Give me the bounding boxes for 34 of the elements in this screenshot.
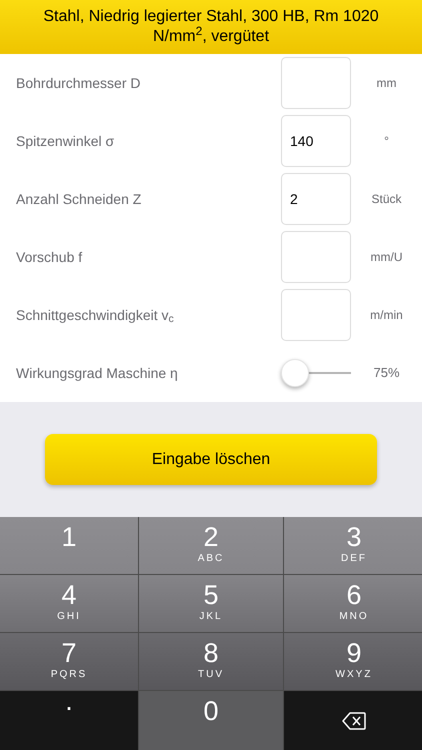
clear-input-button[interactable]: Eingabe löschen — [45, 434, 377, 486]
efficiency-slider[interactable] — [281, 359, 351, 388]
field-label: Bohrdurchmesser D — [15, 74, 142, 93]
input-field[interactable] — [281, 231, 351, 284]
input-field[interactable]: 2 — [281, 173, 351, 226]
efficiency-reading: 75% — [373, 364, 400, 382]
input-field[interactable] — [281, 57, 351, 110]
input-field[interactable] — [281, 289, 351, 342]
header-title: Stahl, Niedrig legierter Stahl, 300 HB, Rm 1020 N/mm$^{2}$, vergütet — [42, 7, 380, 48]
field-label: Anzahl Schneiden Z — [15, 190, 142, 209]
field-label: Spitzenwinkel σ — [15, 132, 116, 151]
keypad-key[interactable]: 9 WXYZ — [284, 633, 422, 690]
keypad-key[interactable]: 7 PQRS — [0, 633, 138, 690]
keypad-key[interactable]: 0 — [139, 691, 283, 750]
keypad-key[interactable]: 8 TUV — [139, 633, 283, 690]
unit-label: mm — [376, 75, 396, 92]
keypad-key[interactable]: 2 ABC — [139, 517, 283, 574]
unit-label: ° — [384, 133, 389, 150]
unit-label: Stück — [371, 191, 402, 208]
slider-thumb[interactable] — [281, 359, 309, 388]
keypad-key[interactable]: 5 JKL — [139, 575, 283, 632]
unit-label: m/min — [370, 307, 403, 324]
input-field[interactable]: 140 — [281, 115, 351, 168]
keypad-key[interactable]: 3 DEF — [284, 517, 422, 574]
field-label: Wirkungsgrad Maschine η — [15, 364, 179, 383]
keypad-key[interactable]: 4 GHI — [0, 575, 138, 632]
unit-label: mm/U — [370, 249, 402, 266]
backspace-icon — [342, 712, 366, 730]
keypad-key[interactable]: 6 MNO — [284, 575, 422, 632]
field-label: Vorschub f — [15, 248, 84, 267]
keypad-key[interactable]: . — [0, 691, 138, 750]
backspace-key[interactable] — [284, 691, 422, 750]
field-label: Schnittgeschwindigkeit v$_{c}$ — [15, 306, 175, 326]
keypad-key[interactable]: 1 — [0, 517, 138, 574]
